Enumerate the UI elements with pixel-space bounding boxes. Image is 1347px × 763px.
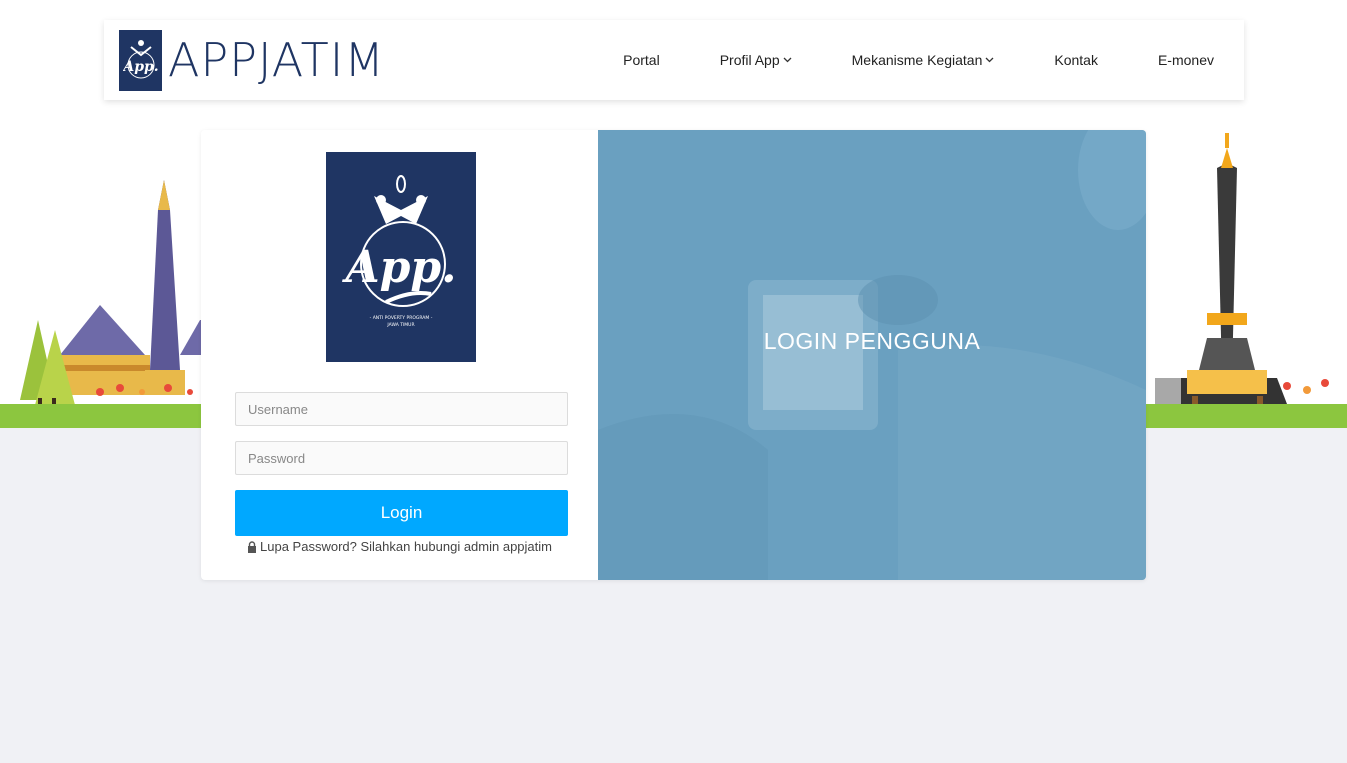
login-banner: LOGIN PENGGUNA xyxy=(598,130,1146,580)
nav-item-label: Profil App xyxy=(719,52,780,68)
chevron-down-icon xyxy=(783,57,792,63)
password-input[interactable] xyxy=(235,441,568,475)
nav-item-portal[interactable]: Portal xyxy=(593,52,690,68)
logo-tagline-2: JAWA TIMUR xyxy=(386,322,414,328)
nav-item-label: Mekanisme Kegiatan xyxy=(851,52,983,68)
nav-item-e-monev[interactable]: E-monev xyxy=(1128,52,1244,68)
nav-item-profil-app[interactable]: Profil App xyxy=(690,52,822,68)
logo-script-text: App. xyxy=(342,242,457,293)
main-nav: Portal Profil App Mekanisme Kegiatan Kon… xyxy=(593,20,1244,100)
forgot-password-note: Lupa Password? Silahkan hubungi admin ap… xyxy=(201,539,598,554)
nav-item-label: Portal xyxy=(623,52,660,68)
brand-title: APPJATIM xyxy=(168,33,385,87)
logo-tagline-1: - ANTI POVERTY PROGRAM - xyxy=(370,315,433,321)
brand[interactable]: App. APPJATIM xyxy=(119,29,385,91)
nav-item-label: Kontak xyxy=(1054,52,1098,68)
top-navbar: App. APPJATIM Portal Profil App Mekanism… xyxy=(104,20,1244,100)
forgot-password-text: Lupa Password? Silahkan hubungi admin ap… xyxy=(260,539,552,554)
login-button[interactable]: Login xyxy=(235,490,568,536)
banner-photo-overlay xyxy=(598,130,1146,580)
nav-item-mekanisme-kegiatan[interactable]: Mekanisme Kegiatan xyxy=(822,52,1025,68)
app-logo-large: App. - ANTI POVERTY PROGRAM - JAWA TIMUR xyxy=(326,152,476,362)
chevron-down-icon xyxy=(985,57,994,63)
city-illustration-left xyxy=(20,180,210,410)
login-form-pane: App. - ANTI POVERTY PROGRAM - JAWA TIMUR… xyxy=(201,130,598,580)
app-logo-icon: App. xyxy=(119,29,162,91)
login-banner-title: LOGIN PENGGUNA xyxy=(763,328,981,354)
nav-item-kontak[interactable]: Kontak xyxy=(1024,52,1128,68)
login-card: App. - ANTI POVERTY PROGRAM - JAWA TIMUR… xyxy=(201,130,1146,580)
nav-item-label: E-monev xyxy=(1157,52,1214,68)
lock-icon xyxy=(247,540,257,553)
username-input[interactable] xyxy=(235,392,568,426)
city-illustration-right xyxy=(1155,133,1329,410)
